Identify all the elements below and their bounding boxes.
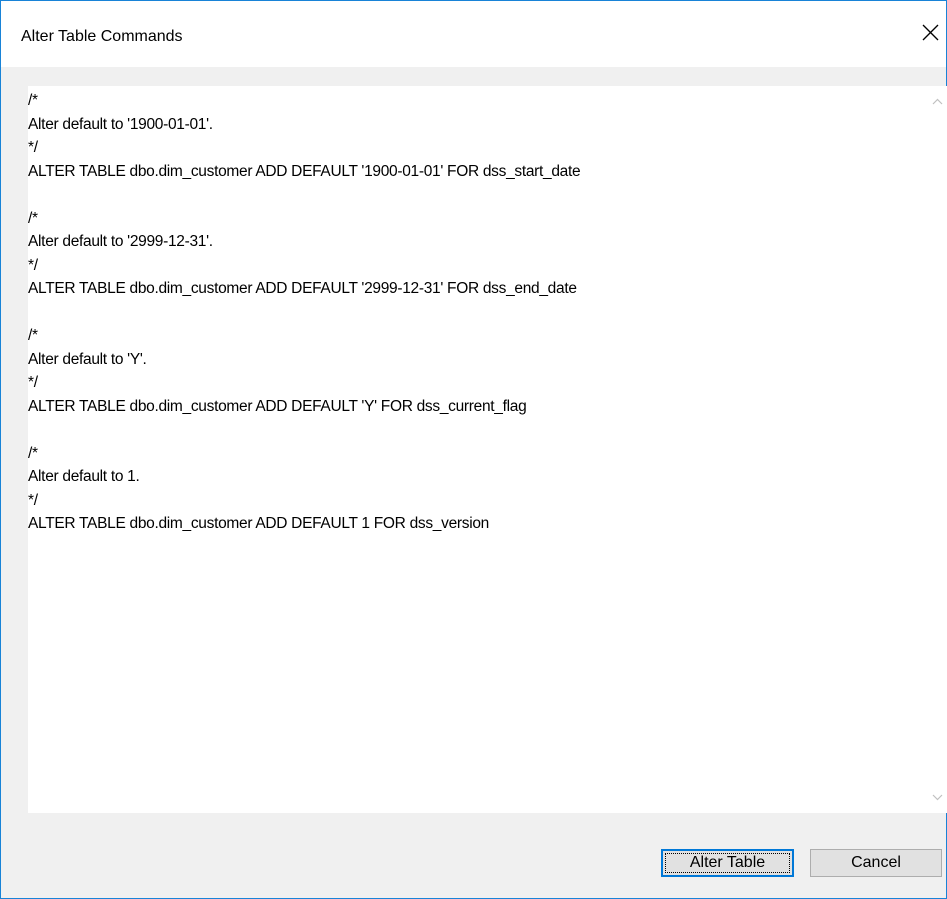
scroll-up-button[interactable] [928,92,947,111]
sql-commands-text[interactable]: /* Alter default to '1900-01-01'. */ ALT… [28,86,908,813]
dialog-title: Alter Table Commands [21,28,183,45]
close-icon [922,24,939,41]
alter-table-dialog: Alter Table Commands /* Alter default to… [0,0,947,899]
cancel-button[interactable]: Cancel [810,849,942,877]
close-button[interactable] [916,19,946,49]
chevron-down-icon [932,794,943,801]
chevron-up-icon [932,98,943,105]
cancel-button-label: Cancel [851,854,901,871]
scroll-down-button[interactable] [928,788,947,807]
focus-rectangle [665,853,790,873]
sql-editor[interactable]: /* Alter default to '1900-01-01'. */ ALT… [28,86,947,813]
vertical-scrollbar[interactable] [928,86,947,813]
alter-table-button[interactable]: Alter Table [661,849,794,877]
title-bar: Alter Table Commands [1,1,946,67]
